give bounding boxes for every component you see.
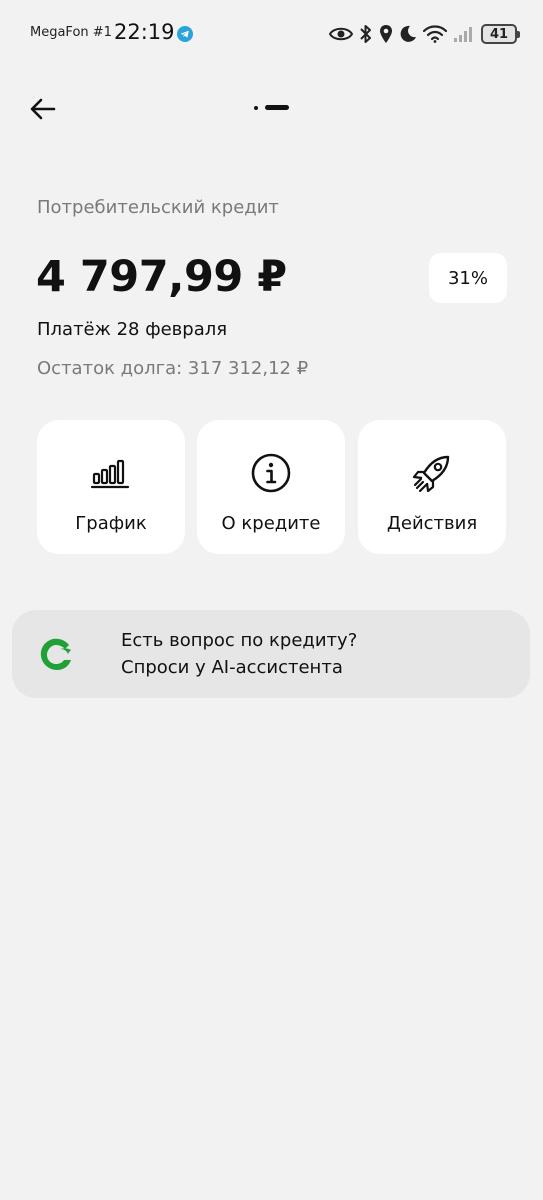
status-time: 22:19 xyxy=(114,20,175,44)
page-dot xyxy=(254,106,258,110)
schedule-button[interactable]: График xyxy=(37,420,185,554)
interest-rate-badge: 31% xyxy=(429,253,507,303)
schedule-label: График xyxy=(75,513,147,534)
loan-type: Потребительский кредит xyxy=(37,197,279,218)
assistant-cta: Спроси у AI-ассистента xyxy=(121,657,343,678)
about-loan-label: О кредите xyxy=(221,513,321,534)
info-icon xyxy=(249,451,293,495)
bluetooth-icon xyxy=(360,25,371,43)
payment-date: Платёж 28 февраля xyxy=(37,319,228,340)
actions-label: Действия xyxy=(386,513,478,534)
assistant-question: Есть вопрос по кредиту? xyxy=(121,630,358,651)
status-icons: 41 xyxy=(329,22,520,46)
about-loan-button[interactable]: О кредите xyxy=(197,420,345,554)
debt-remaining: Остаток долга: 317 312,12 ₽ xyxy=(37,358,309,379)
arrow-left-icon xyxy=(30,98,56,120)
telegram-icon xyxy=(177,26,193,42)
page-indicator xyxy=(254,104,290,112)
moon-icon xyxy=(400,25,416,42)
bar-chart-icon xyxy=(89,451,133,495)
actions-button[interactable]: Действия xyxy=(358,420,506,554)
signal-icon xyxy=(454,27,472,42)
battery-icon: 41 xyxy=(481,24,520,44)
ai-assistant-banner[interactable]: Есть вопрос по кредиту? Спроси у AI-асси… xyxy=(12,610,530,698)
payment-amount: 4 797,99 ₽ xyxy=(36,252,287,302)
status-bar: MegaFon #1 22:19 41 xyxy=(0,0,543,66)
carrier-name: MegaFon #1 xyxy=(30,25,112,40)
wifi-icon xyxy=(423,25,447,43)
back-button[interactable] xyxy=(26,92,60,126)
rocket-icon xyxy=(410,451,454,495)
assistant-logo-icon xyxy=(40,638,71,670)
eye-icon xyxy=(329,27,353,41)
location-icon xyxy=(380,25,392,43)
page-dash-active xyxy=(265,105,289,110)
